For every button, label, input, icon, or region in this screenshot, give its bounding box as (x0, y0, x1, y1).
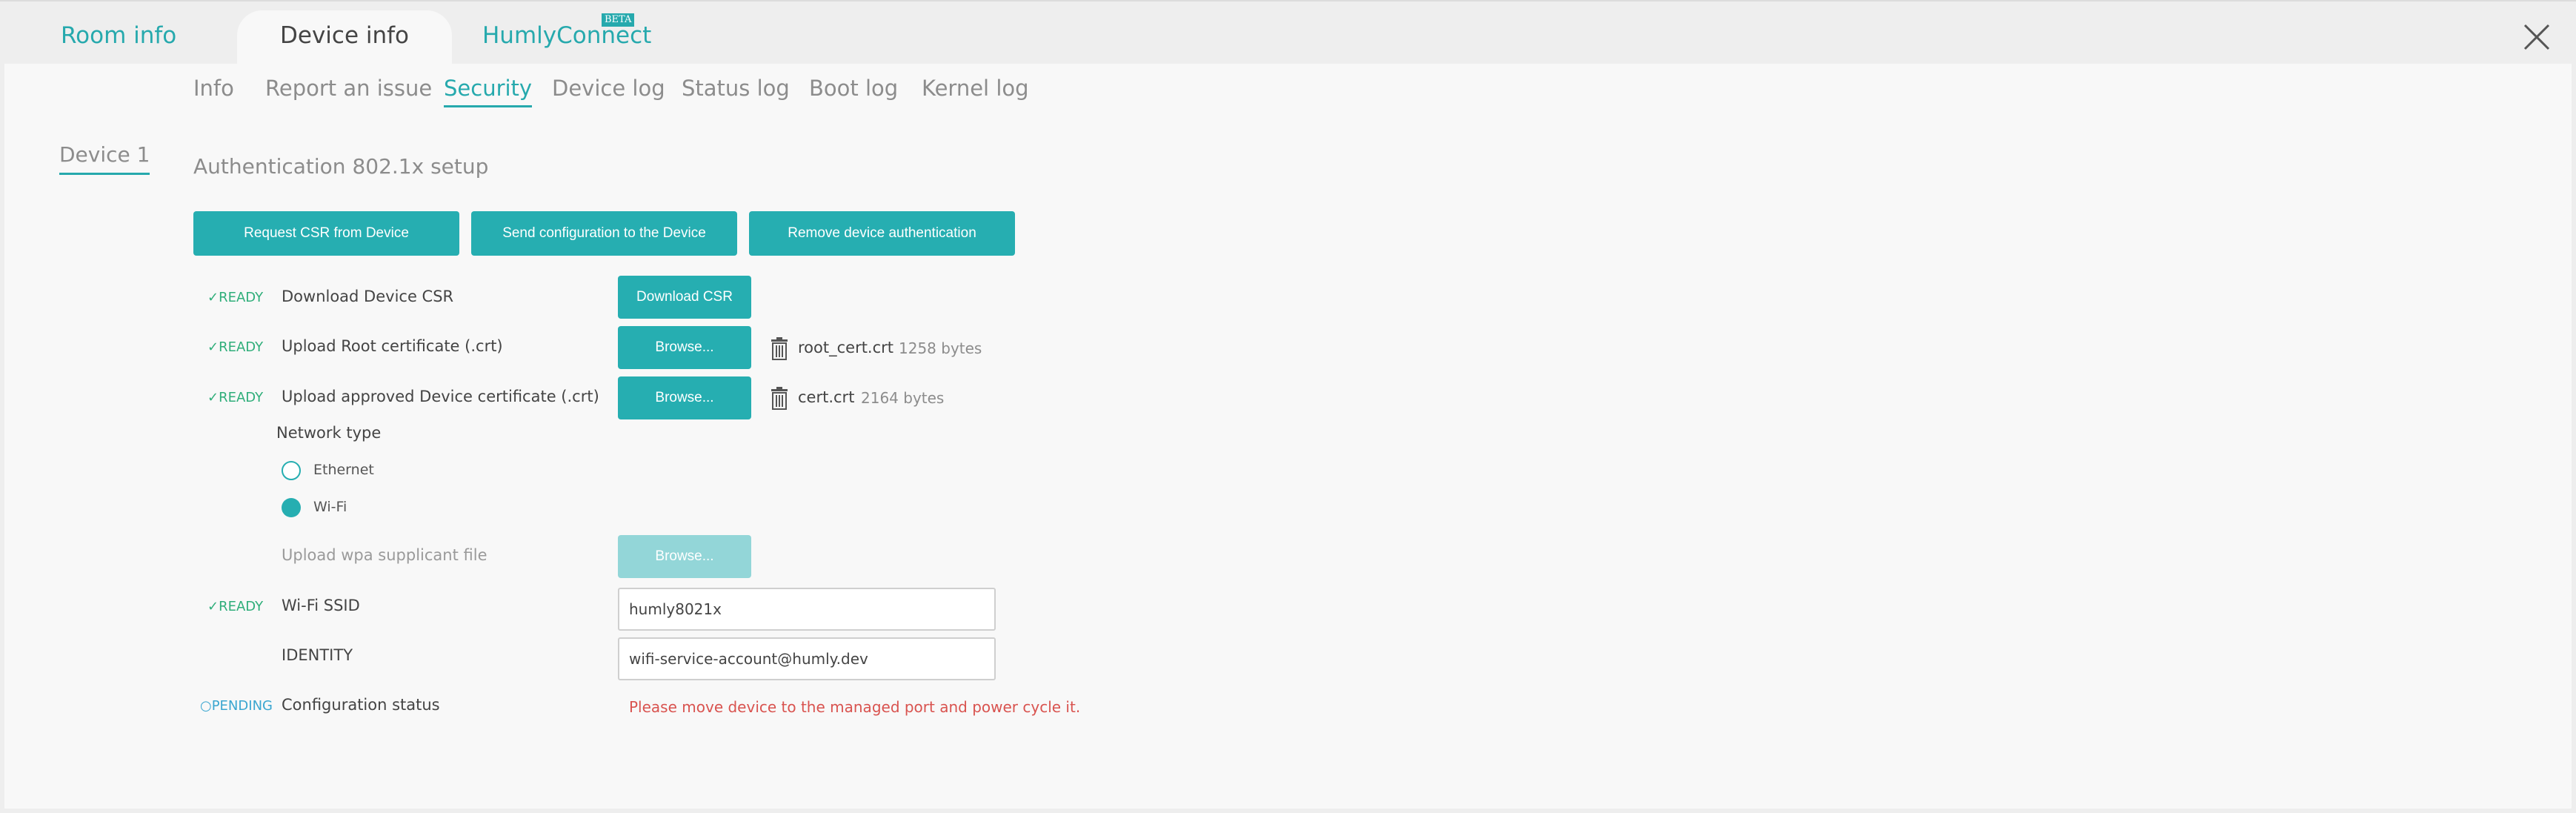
subtab-report-issue[interactable]: Report an issue (265, 76, 432, 101)
device-certificate-file-name: cert.crt (798, 388, 855, 406)
wifi-radio-label[interactable]: Wi-Fi (313, 499, 347, 515)
status-ready: ✓READY (207, 390, 264, 405)
subtab-kernel-log[interactable]: Kernel log (922, 76, 1029, 101)
configuration-status-label: Configuration status (282, 696, 440, 714)
trash-icon[interactable] (770, 386, 789, 410)
subtab-status-log[interactable]: Status log (682, 76, 790, 101)
download-csr-button[interactable]: Download CSR (618, 276, 751, 319)
root-certificate-file-size: 1258 bytes (899, 339, 982, 357)
wpa-supplicant-label: Upload wpa supplicant file (282, 546, 487, 564)
send-configuration-button[interactable]: Send configuration to the Device (471, 211, 737, 256)
top-bar: Room info Device info HumlyConnect BETA (0, 0, 2576, 65)
beta-badge: BETA (602, 13, 635, 27)
subtab-boot-log[interactable]: Boot log (809, 76, 898, 101)
browse-device-certificate-button[interactable]: Browse... (618, 376, 751, 419)
status-ready: ✓READY (207, 290, 264, 305)
section-title: Authentication 802.1x setup (193, 154, 489, 179)
status-ready: ✓READY (207, 599, 264, 614)
subtab-info[interactable]: Info (193, 76, 234, 101)
status-ready: ✓READY (207, 339, 264, 355)
tab-room-info[interactable]: Room info (61, 22, 176, 49)
browse-root-certificate-button[interactable]: Browse... (618, 326, 751, 369)
wifi-radio[interactable] (282, 498, 301, 517)
subtab-device-log[interactable]: Device log (552, 76, 665, 101)
device-certificate-file-size: 2164 bytes (861, 389, 945, 407)
subtab-security[interactable]: Security (444, 76, 533, 107)
root-certificate-file-name: root_cert.crt (798, 339, 894, 356)
trash-icon[interactable] (770, 336, 789, 360)
device-certificate-label: Upload approved Device certificate (.crt… (282, 388, 599, 405)
download-csr-label: Download Device CSR (282, 288, 454, 305)
identity-input[interactable] (618, 637, 996, 680)
browse-wpa-supplicant-button[interactable]: Browse... (618, 535, 751, 578)
identity-label: IDENTITY (282, 646, 353, 664)
network-type-label: Network type (276, 424, 382, 442)
configuration-status-message: Please move device to the managed port a… (629, 698, 1081, 716)
tab-device-info[interactable]: Device info (237, 10, 453, 65)
wifi-ssid-label: Wi-Fi SSID (282, 597, 360, 614)
request-csr-button[interactable]: Request CSR from Device (193, 211, 459, 256)
root-certificate-label: Upload Root certificate (.crt) (282, 337, 503, 355)
status-pending: ○PENDING (200, 698, 273, 714)
ethernet-radio-label[interactable]: Ethernet (313, 462, 374, 478)
ethernet-radio[interactable] (282, 461, 301, 480)
wifi-ssid-input[interactable] (618, 588, 996, 631)
device-tab-1[interactable]: Device 1 (59, 142, 150, 175)
remove-authentication-button[interactable]: Remove device authentication (749, 211, 1015, 256)
close-icon[interactable] (2522, 22, 2552, 52)
